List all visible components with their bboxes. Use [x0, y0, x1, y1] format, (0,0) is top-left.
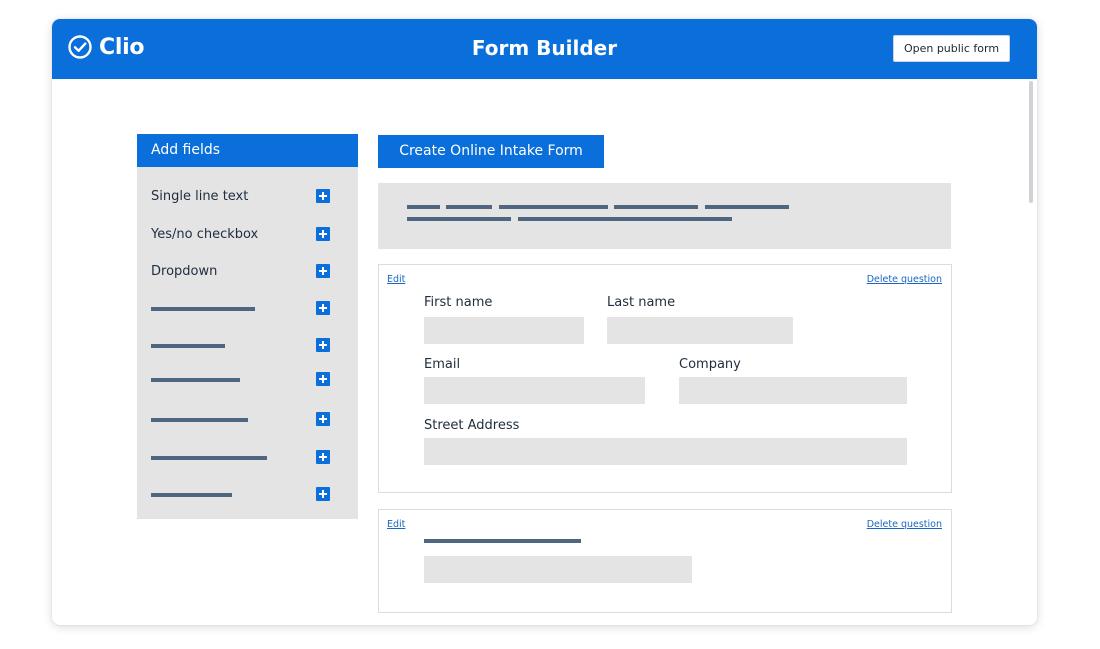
last-name-label: Last name	[607, 295, 676, 310]
plus-icon[interactable]	[316, 301, 330, 315]
sidebar-item-yes-no-checkbox[interactable]: Yes/no checkbox	[137, 223, 358, 247]
plus-icon[interactable]	[316, 338, 330, 352]
sidebar-item-single-line-text[interactable]: Single line text	[137, 185, 358, 209]
placeholder-bar	[151, 307, 255, 311]
open-public-form-button[interactable]: Open public form	[893, 35, 1010, 62]
placeholder-bar	[705, 205, 789, 209]
sidebar-item-label: Dropdown	[151, 264, 218, 279]
scrollbar-thumb[interactable]	[1029, 81, 1033, 203]
sidebar-item-label: Yes/no checkbox	[151, 227, 259, 242]
placeholder-bar	[407, 205, 440, 209]
question-card: Edit Delete question First name Last nam…	[378, 264, 952, 493]
placeholder-bar	[614, 205, 698, 209]
form-description-banner	[378, 183, 951, 249]
first-name-input[interactable]	[424, 317, 584, 344]
street-address-input[interactable]	[424, 438, 907, 465]
form-title: Create Online Intake Form	[378, 135, 604, 168]
answer-input[interactable]	[424, 556, 692, 583]
sidebar-item-placeholder[interactable]	[137, 408, 358, 432]
first-name-label: First name	[424, 295, 493, 310]
page-title: Form Builder	[471, 36, 618, 60]
placeholder-bar	[518, 217, 732, 221]
placeholder-bar	[151, 344, 225, 348]
placeholder-bar	[151, 493, 232, 497]
plus-icon[interactable]	[316, 189, 330, 203]
street-address-label: Street Address	[424, 418, 520, 433]
plus-icon[interactable]	[316, 227, 330, 241]
placeholder-bar	[499, 205, 608, 209]
edit-link[interactable]: Edit	[387, 274, 405, 285]
sidebar-item-placeholder[interactable]	[137, 334, 358, 358]
sidebar-item-placeholder[interactable]	[137, 297, 358, 321]
sidebar-item-placeholder[interactable]	[137, 446, 358, 470]
add-fields-title: Add fields	[137, 134, 358, 167]
plus-icon[interactable]	[316, 412, 330, 426]
sidebar-item-label: Single line text	[151, 189, 249, 204]
placeholder-bar	[151, 418, 248, 422]
company-label: Company	[679, 357, 741, 372]
placeholder-bar	[151, 456, 267, 460]
sidebar-item-dropdown[interactable]: Dropdown	[137, 260, 358, 284]
company-input[interactable]	[679, 377, 907, 404]
top-header: Clio Form Builder Open public form	[52, 19, 1037, 79]
plus-icon[interactable]	[316, 264, 330, 278]
question-card: Edit Delete question	[378, 509, 952, 613]
delete-question-link[interactable]: Delete question	[867, 274, 942, 285]
last-name-input[interactable]	[607, 317, 793, 344]
placeholder-bar	[407, 217, 511, 221]
email-label: Email	[424, 357, 461, 372]
email-input[interactable]	[424, 377, 645, 404]
add-fields-panel: Add fields Single line text Yes/no check…	[137, 134, 358, 519]
sidebar-item-placeholder[interactable]	[137, 368, 358, 392]
plus-icon[interactable]	[316, 372, 330, 386]
plus-icon[interactable]	[316, 450, 330, 464]
placeholder-bar	[424, 539, 581, 543]
plus-icon[interactable]	[316, 487, 330, 501]
sidebar-item-placeholder[interactable]	[137, 483, 358, 507]
placeholder-bar	[151, 378, 240, 382]
delete-question-link[interactable]: Delete question	[867, 519, 942, 530]
edit-link[interactable]: Edit	[387, 519, 405, 530]
placeholder-bar	[446, 205, 492, 209]
app-window: Clio Form Builder Open public form Add f…	[52, 19, 1037, 625]
